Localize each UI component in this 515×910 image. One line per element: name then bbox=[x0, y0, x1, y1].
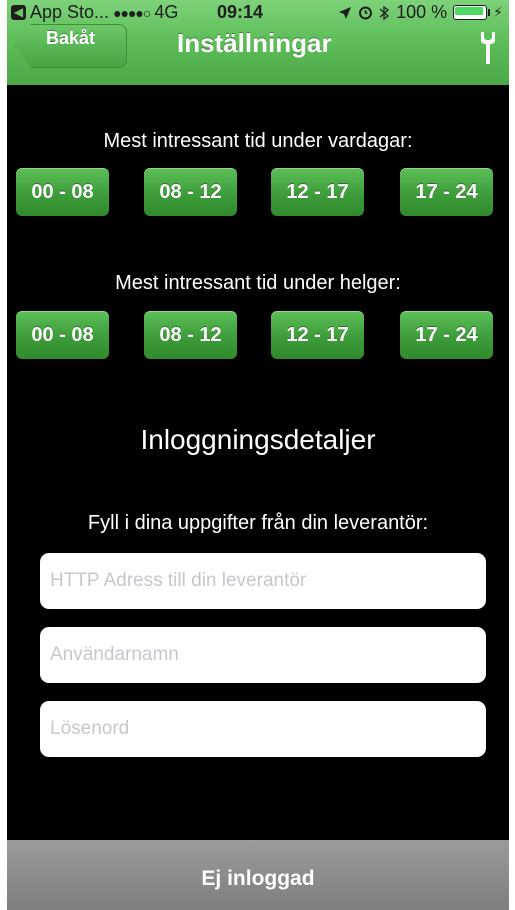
status-bar: ◀ App Sto... ●●●●○ 4G 09:14 100 % ⚡ bbox=[7, 0, 509, 24]
back-button[interactable]: Bakåt bbox=[15, 24, 127, 68]
weekend-slot-00-08[interactable]: 00 - 08 bbox=[16, 311, 109, 359]
weekend-slot-12-17[interactable]: 12 - 17 bbox=[271, 311, 364, 359]
weekdays-time-row: 00 - 08 08 - 12 12 - 17 17 - 24 bbox=[16, 168, 500, 216]
battery-fill bbox=[455, 7, 484, 15]
location-arrow-icon bbox=[339, 6, 352, 19]
weekdays-label: Mest intressant tid under vardagar: bbox=[103, 130, 413, 152]
status-right: 100 % ⚡ bbox=[338, 2, 503, 23]
back-to-app-label[interactable]: App Sto... bbox=[30, 2, 109, 23]
bluetooth-icon bbox=[379, 5, 390, 20]
login-instructions: Fyll i dina uppgifter från din leverantö… bbox=[87, 512, 429, 534]
weekday-slot-17-24[interactable]: 17 - 24 bbox=[400, 168, 493, 216]
weekends-label: Mest intressant tid under helger: bbox=[115, 272, 401, 294]
weekday-slot-08-12[interactable]: 08 - 12 bbox=[144, 168, 237, 216]
weekends-time-row: 00 - 08 08 - 12 12 - 17 17 - 24 bbox=[16, 311, 500, 359]
weekend-slot-08-12[interactable]: 08 - 12 bbox=[144, 311, 237, 359]
app-screen: ◀ App Sto... ●●●●○ 4G 09:14 100 % ⚡ Bakå… bbox=[7, 0, 509, 910]
signal-strength-icon: ●●●●○ bbox=[113, 4, 151, 21]
status-left: ◀ App Sto... ●●●●○ 4G bbox=[11, 2, 178, 23]
battery-icon bbox=[453, 5, 491, 20]
login-status-bar[interactable]: Ej inloggad bbox=[7, 840, 509, 910]
battery-percent: 100 % bbox=[396, 2, 448, 22]
page-title: Inställningar bbox=[177, 28, 332, 58]
header: ◀ App Sto... ●●●●○ 4G 09:14 100 % ⚡ Bakå… bbox=[7, 0, 509, 85]
weekday-slot-00-08[interactable]: 00 - 08 bbox=[16, 168, 109, 216]
password-field[interactable] bbox=[40, 701, 486, 757]
username-field[interactable] bbox=[40, 627, 486, 683]
alarm-icon bbox=[359, 6, 373, 20]
network-type: 4G bbox=[154, 2, 179, 22]
back-to-app-icon[interactable]: ◀ bbox=[11, 5, 26, 20]
wrench-icon[interactable] bbox=[479, 30, 497, 66]
weekday-slot-12-17[interactable]: 12 - 17 bbox=[271, 168, 364, 216]
weekend-slot-17-24[interactable]: 17 - 24 bbox=[400, 311, 493, 359]
status-time: 09:14 bbox=[217, 2, 264, 22]
charging-bolt-icon: ⚡ bbox=[493, 4, 503, 20]
login-heading: Inloggningsdetaljer bbox=[140, 424, 376, 455]
http-address-field[interactable] bbox=[40, 553, 486, 609]
